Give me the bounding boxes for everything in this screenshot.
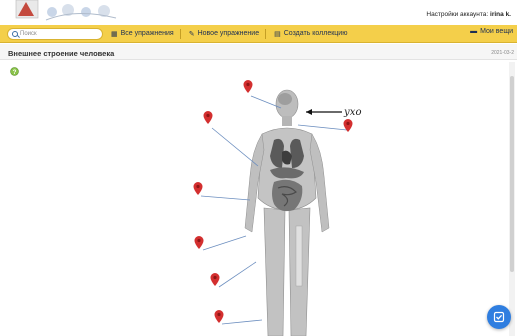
map-pin-icon[interactable]: [243, 80, 253, 93]
map-pin-icon[interactable]: [210, 273, 220, 286]
exercise-title-bar: Внешнее строение человека 2021-03-2: [0, 44, 517, 60]
folder-icon: ▬: [470, 28, 478, 35]
grid-icon: ▦: [111, 30, 118, 38]
top-header: Настройки аккаунта: irina k.: [0, 0, 517, 24]
feedback-button[interactable]: [487, 305, 511, 329]
my-things-label: Мои вещи: [480, 28, 513, 35]
account-user: irina k.: [490, 11, 511, 18]
account-settings-link[interactable]: Настройки аккаунта: irina k.: [426, 11, 511, 18]
map-pin-icon[interactable]: [193, 182, 203, 195]
map-pin-icon[interactable]: [203, 111, 213, 124]
page-date: 2021-03-2: [491, 50, 514, 56]
my-things-button[interactable]: ▬ Мои вещи: [470, 28, 513, 35]
answer-label-text: ухо: [343, 107, 361, 118]
create-collection-button[interactable]: ▤ Создать коллекцию: [274, 30, 347, 38]
main-toolbar: Поиск ▦ Все упражнения ✎ Новое упражнени…: [0, 25, 517, 43]
pencil-icon: ✎: [188, 30, 195, 38]
create-collection-label: Создать коллекцию: [283, 30, 348, 37]
new-exercise-label: Новое упражнение: [197, 30, 260, 37]
all-exercises-label: Все упражнения: [120, 30, 174, 37]
site-logo-banner[interactable]: [6, 0, 186, 24]
edit-check-icon: [493, 311, 505, 323]
new-exercise-button[interactable]: ✎ Новое упражнение: [189, 30, 259, 38]
account-label: Настройки аккаунта:: [426, 11, 489, 18]
page-title: Внешнее строение человека: [8, 49, 115, 58]
scrollbar-thumb[interactable]: [510, 76, 514, 272]
all-exercises-button[interactable]: ▦ Все упражнения: [111, 30, 174, 38]
search-placeholder: Поиск: [20, 30, 37, 37]
collection-icon: ▤: [274, 30, 281, 38]
map-pin-icon[interactable]: [214, 310, 224, 323]
search-icon: [12, 30, 18, 37]
learning-app-window: Настройки аккаунта: irina k. Поиск ▦ Все…: [0, 0, 517, 336]
exercise-canvas: ухо: [193, 80, 361, 336]
search-input[interactable]: Поиск: [7, 27, 103, 40]
map-pin-icon[interactable]: [194, 236, 204, 249]
toolbar-divider: [179, 28, 181, 39]
answer-label-ear[interactable]: ухо: [306, 107, 361, 118]
toolbar-divider: [265, 28, 267, 39]
